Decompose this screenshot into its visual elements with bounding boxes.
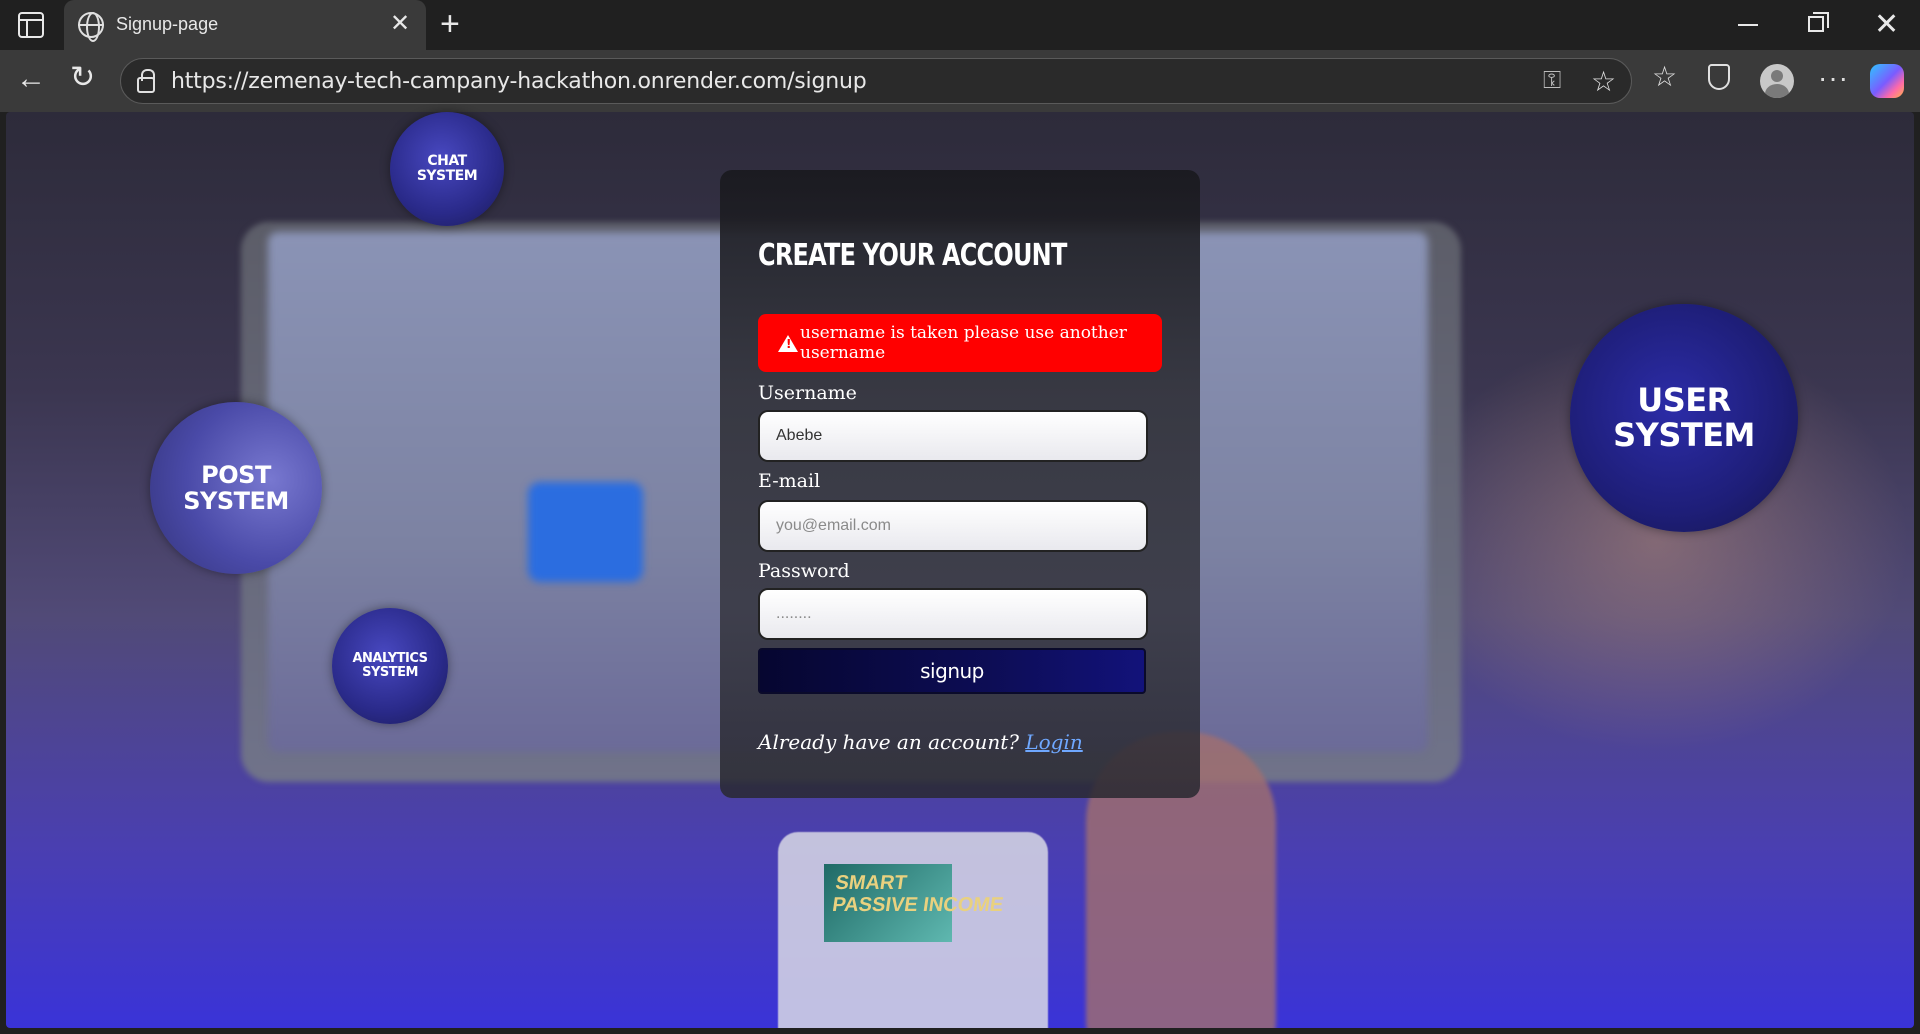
reload-icon[interactable]: ↻ (70, 60, 95, 96)
window-close-icon[interactable]: ✕ (1874, 8, 1899, 42)
error-message: username is taken please use another use… (800, 323, 1127, 363)
post-bubble-line2: SYSTEM (183, 487, 289, 515)
restore-icon[interactable] (1808, 12, 1829, 32)
username-label: Username (758, 382, 857, 404)
analytics-bubble-line1: ANALYTICS (352, 650, 428, 666)
key-icon[interactable]: ⚿ (1543, 67, 1561, 95)
profile-avatar[interactable] (1760, 64, 1794, 98)
login-prompt: Already have an account? Login (758, 730, 1083, 754)
email-field[interactable] (758, 500, 1148, 552)
browser-toolbar: ← ↻ https://zemenay-tech-campany-hackath… (0, 50, 1920, 112)
post-system-bubble: POST SYSTEM (150, 402, 322, 574)
close-tab-icon[interactable]: ✕ (390, 10, 410, 38)
lock-icon[interactable] (137, 69, 155, 93)
phone-text-line1: SMART (834, 872, 909, 894)
tab-title: Signup-page (116, 14, 219, 34)
back-arrow-icon[interactable]: ← (16, 62, 46, 96)
warning-icon (778, 334, 798, 352)
copilot-icon[interactable] (1870, 64, 1904, 98)
shield-icon[interactable] (1708, 64, 1730, 90)
chat-system-bubble: CHAT SYSTEM (390, 112, 504, 226)
phone-text-line2: PASSIVE INCOME (830, 894, 1005, 916)
login-link[interactable]: Login (1025, 730, 1082, 754)
user-bubble-line2: SYSTEM (1613, 416, 1755, 454)
analytics-bubble-line2: SYSTEM (362, 665, 418, 680)
chat-bubble-line1: CHAT (427, 152, 467, 169)
tab-actions-icon[interactable] (18, 12, 44, 38)
chat-bubble-line2: SYSTEM (416, 168, 478, 184)
login-prompt-text: Already have an account? (758, 730, 1026, 754)
new-tab-button[interactable]: + (440, 6, 460, 42)
minimize-icon[interactable] (1738, 24, 1758, 26)
browser-tab[interactable]: Signup-page ✕ (64, 0, 426, 50)
background-phone-text: SMART PASSIVE INCOME (831, 872, 1008, 916)
user-system-bubble: USER SYSTEM (1570, 304, 1798, 532)
globe-icon (78, 12, 104, 42)
username-field[interactable] (758, 410, 1148, 462)
browser-titlebar: Signup-page ✕ + ✕ (0, 0, 1920, 50)
favorites-icon[interactable]: ☆ (1652, 60, 1677, 93)
address-bar[interactable]: https://zemenay-tech-campany-hackathon.o… (120, 58, 1632, 104)
password-label: Password (758, 560, 850, 582)
error-alert: username is taken please use another use… (758, 314, 1162, 372)
analytics-system-bubble: ANALYTICS SYSTEM (332, 608, 448, 724)
post-bubble-line1: POST (201, 460, 271, 489)
user-bubble-line1: USER (1637, 380, 1731, 419)
email-label: E-mail (758, 470, 821, 492)
url-text[interactable]: https://zemenay-tech-campany-hackathon.o… (171, 69, 867, 94)
password-field[interactable] (758, 588, 1148, 640)
signup-button[interactable]: signup (758, 648, 1146, 694)
signup-card: CREATE YOUR ACCOUNT username is taken pl… (720, 170, 1200, 798)
page-title: CREATE YOUR ACCOUNT (758, 238, 1067, 273)
star-icon[interactable]: ☆ (1591, 65, 1616, 98)
background-blue-square (528, 482, 643, 582)
more-options-icon[interactable]: ··· (1818, 62, 1849, 94)
